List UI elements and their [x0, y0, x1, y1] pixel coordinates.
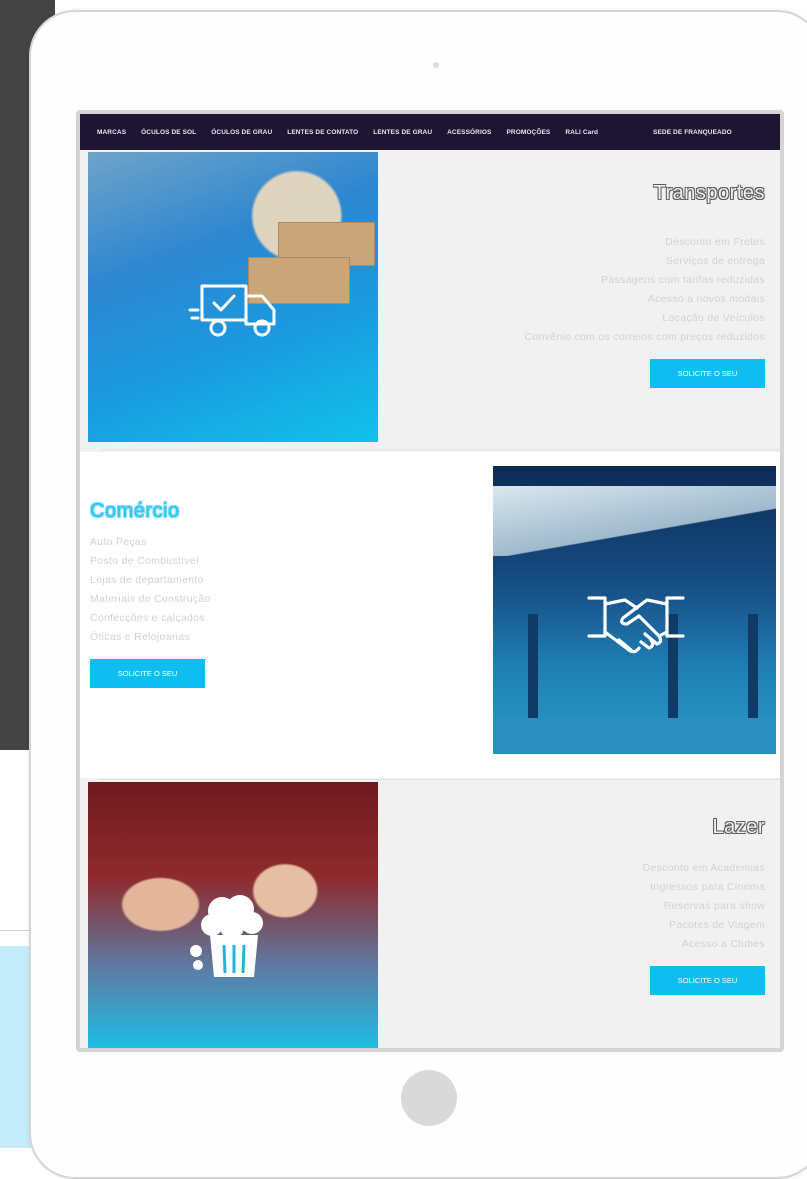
list-item: Reservas para show — [663, 900, 765, 912]
handshake-icon — [587, 596, 685, 654]
comercio-content: Comércio Auto Peças Posto de Combustível… — [90, 500, 211, 688]
nav-item-marcas[interactable]: MARCAS — [97, 129, 126, 136]
transportes-content: Transportes Desconto em Fretes Serviços … — [524, 182, 765, 388]
section-title: Lazer — [712, 816, 765, 838]
nav-item-lentes-de-grau[interactable]: LENTES DE GRAU — [373, 129, 432, 136]
list-item: Óticas e Relojoarias — [90, 631, 190, 643]
top-navbar: MARCAS ÓCULOS DE SOL ÓCULOS DE GRAU LENT… — [80, 114, 780, 150]
nav-item-card[interactable]: RALI Card — [565, 129, 598, 136]
list-item: Convênio com os correios com preços redu… — [524, 331, 765, 343]
list-item: Locação de Veículos — [662, 312, 765, 324]
solicite-button-lazer[interactable]: SOLICITE O SEU — [650, 966, 765, 995]
nav-item-franqueado[interactable]: SEDE DE FRANQUEADO — [653, 129, 732, 136]
list-item: Ingressos para Cinema — [650, 881, 765, 893]
feature-list: Desconto em Academias Ingressos para Cin… — [643, 859, 765, 954]
list-item: Confecções e calçados — [90, 612, 205, 624]
section-transportes: Transportes Desconto em Fretes Serviços … — [80, 152, 780, 446]
station-ground — [493, 718, 776, 754]
nav-item-oculos-de-sol[interactable]: ÓCULOS DE SOL — [141, 129, 196, 136]
list-item: Desconto em Academias — [642, 862, 765, 874]
popcorn-icon — [190, 895, 263, 977]
tablet-camera — [433, 62, 439, 68]
list-item: Passagens com tarifas reduzidas — [601, 274, 765, 286]
list-item: Desconto em Fretes — [665, 236, 765, 248]
section-comercio: Comércio Auto Peças Posto de Combustível… — [80, 452, 780, 778]
tablet-home-button[interactable] — [401, 1070, 457, 1126]
feature-list: Desconto em Fretes Serviços de entrega P… — [524, 233, 765, 347]
nav-item-oculos-de-grau[interactable]: ÓCULOS DE GRAU — [211, 129, 272, 136]
list-item: Pacotes de Viagem — [669, 919, 765, 931]
solicite-button-comercio[interactable]: SOLICITE O SEU — [90, 659, 205, 688]
list-item: Lojas de departamento — [90, 574, 204, 586]
section-title: Transportes — [653, 182, 765, 204]
nav-item-lentes-de-contato[interactable]: LENTES DE CONTATO — [287, 129, 358, 136]
list-item: Materiais de Construção — [90, 593, 211, 605]
list-item: Acesso a Clubes — [681, 938, 765, 950]
delivery-truck-icon — [188, 284, 276, 337]
feature-list: Auto Peças Posto de Combustível Lojas de… — [90, 533, 211, 647]
list-item: Auto Peças — [90, 536, 147, 548]
solicite-button-transportes[interactable]: SOLICITE O SEU — [650, 359, 765, 388]
list-item: Serviços de entrega — [665, 255, 765, 267]
lazer-content: Lazer Desconto em Academias Ingressos pa… — [643, 816, 765, 995]
list-item: Acesso a novos modais — [647, 293, 765, 305]
delivery-photo — [88, 152, 378, 442]
list-item: Posto de Combustível — [90, 555, 199, 567]
section-divider — [100, 779, 780, 780]
tablet-screen: MARCAS ÓCULOS DE SOL ÓCULOS DE GRAU LENT… — [76, 110, 784, 1052]
nav-item-promocoes[interactable]: PROMOÇÕES — [506, 129, 550, 136]
station-pillar — [528, 614, 538, 724]
station-pillar — [748, 614, 758, 724]
section-lazer: Lazer Desconto em Academias Ingressos pa… — [80, 782, 780, 1048]
gas-station-photo — [493, 466, 776, 754]
section-title: Comércio — [90, 500, 180, 522]
cinema-photo — [88, 782, 378, 1048]
section-divider — [100, 449, 780, 450]
nav-item-acessorios[interactable]: ACESSÓRIOS — [447, 129, 491, 136]
station-canopy — [493, 486, 776, 556]
